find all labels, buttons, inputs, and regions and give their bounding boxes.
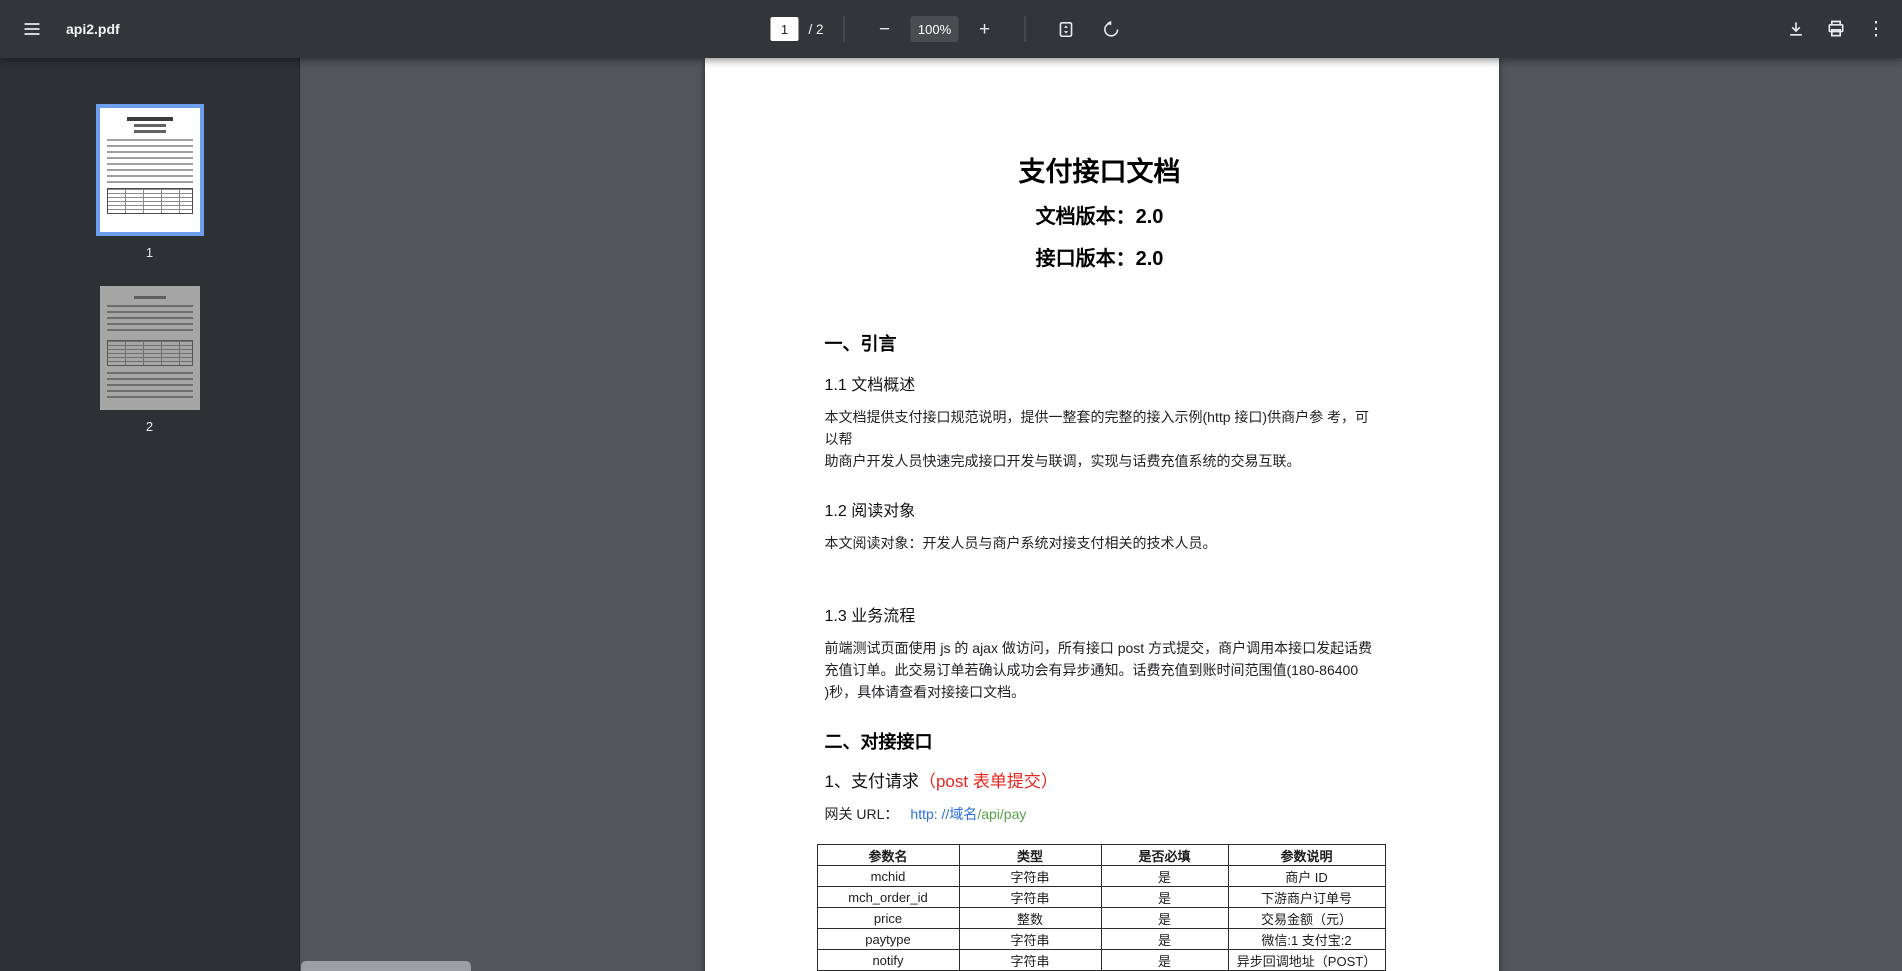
toolbar-divider [1025,16,1026,42]
pdf-toolbar: api2.pdf / 2 − 100% + [0,0,1902,58]
page-thumbnail-1[interactable] [96,104,204,236]
process-paragraph: 前端测试页面使用 js 的 ajax 做访问，所有接口 post 方式提交，商户… [825,637,1375,703]
table-cell: 整数 [959,908,1101,929]
thumbnail-preview-content [100,117,200,214]
doc-version-line: 文档版本：2.0 [825,204,1375,230]
pay-request-heading: 1、支付请求（post 表单提交） [825,771,1375,793]
thumbnail-page-number: 2 [146,419,153,434]
gateway-url-path: /api/pay [977,806,1026,822]
table-cell: 异步回调地址（POST） [1228,950,1385,971]
zoom-in-button[interactable]: + [965,9,1005,49]
pdf-viewer[interactable]: 支付接口文档 文档版本：2.0 接口版本：2.0 一、引言 1.1 文档概述 本… [301,58,1902,971]
table-cell: 是 [1101,929,1228,950]
table-header-cell: 参数名 [817,845,959,866]
print-button[interactable] [1816,9,1856,49]
thumbnail-item: 2 [0,286,299,434]
parameters-table: 参数名类型是否必填参数说明 mchid字符串是商户 IDmch_order_id… [817,844,1386,971]
thumbnail-item: 1 [0,104,299,260]
kebab-menu-icon: ⋮ [1867,18,1886,41]
table-cell: 字符串 [959,929,1101,950]
table-header-cell: 类型 [959,845,1101,866]
pay-request-method: （post 表单提交） [919,772,1058,791]
thumb-text-lines [107,139,193,183]
table-cell: 字符串 [959,866,1101,887]
download-button[interactable] [1776,9,1816,49]
table-cell: 微信:1 支付宝:2 [1228,929,1385,950]
rotate-ccw-icon [1102,20,1121,39]
thumb-title-bar [127,117,173,121]
thumb-text-bar [134,124,166,127]
table-cell: 是 [1101,887,1228,908]
toolbar-right-controls: ⋮ [1776,0,1896,58]
fit-page-button[interactable] [1046,9,1086,49]
gateway-url-line: 网关 URL： http: //域名/api/pay [825,803,1375,825]
rotate-button[interactable] [1092,9,1132,49]
thumbnail-page-number: 1 [146,245,153,260]
thumb-text-lines [107,305,193,335]
api-version-line: 接口版本：2.0 [825,246,1375,272]
doc-title: 支付接口文档 [825,156,1375,188]
pdf-page-content: 支付接口文档 文档版本：2.0 接口版本：2.0 一、引言 1.1 文档概述 本… [705,58,1499,971]
audience-paragraph: 本文阅读对象：开发人员与商户系统对接支付相关的技术人员。 [825,532,1375,554]
thumbnail-pane: 1 2 [0,58,300,971]
thumb-text-lines [107,372,193,402]
page-count-label: / 2 [808,22,823,37]
thumb-text-bar [134,296,166,299]
gateway-label: 网关 URL： [825,806,899,822]
toolbar-divider [844,16,845,42]
plus-icon: + [979,20,990,39]
table-row: mch_order_id字符串是下游商户订单号 [817,887,1385,908]
table-cell: notify [817,950,959,971]
table-cell: 字符串 [959,887,1101,908]
table-row: paytype字符串是微信:1 支付宝:2 [817,929,1385,950]
pay-request-label: 1、支付请求 [825,772,919,791]
table-header-cell: 参数说明 [1228,845,1385,866]
toolbar-left-section: api2.pdf [0,9,120,49]
table-row: mchid字符串是商户 ID [817,866,1385,887]
page-number-input[interactable] [770,17,798,41]
table-cell: price [817,908,959,929]
thumbnail-preview-content [100,296,200,402]
overview-heading: 1.1 文档概述 [825,375,1375,396]
table-cell: 是 [1101,950,1228,971]
process-heading: 1.3 业务流程 [825,606,1375,627]
zoom-level-display[interactable]: 100% [911,16,959,42]
audience-heading: 1.2 阅读对象 [825,501,1375,522]
print-icon [1826,19,1846,39]
table-cell: 交易金额（元） [1228,908,1385,929]
table-cell: paytype [817,929,959,950]
zoom-out-button[interactable]: − [865,9,905,49]
fit-page-icon [1056,20,1075,39]
gateway-url-domain: http: //域名 [910,806,977,822]
hamburger-icon [22,19,42,39]
table-row: price整数是交易金额（元） [817,908,1385,929]
table-cell: 是 [1101,866,1228,887]
thumb-mini-table [107,340,193,366]
table-header-cell: 是否必填 [1101,845,1228,866]
minus-icon: − [879,20,890,39]
section-intro-heading: 一、引言 [825,332,1375,356]
page-thumbnail-2[interactable] [100,286,200,410]
download-icon [1786,19,1806,39]
menu-button[interactable] [12,9,52,49]
table-cell: mchid [817,866,959,887]
overview-paragraph: 本文档提供支付接口规范说明，提供一整套的完整的接入示例(http 接口)供商户参… [825,406,1375,472]
table-cell: 是 [1101,908,1228,929]
section-api-heading: 二、对接接口 [825,730,1375,754]
document-filename: api2.pdf [66,21,120,37]
thumb-mini-table [107,188,193,214]
table-cell: 商户 ID [1228,866,1385,887]
table-cell: 下游商户订单号 [1228,887,1385,908]
more-options-button[interactable]: ⋮ [1856,9,1896,49]
table-row: notify字符串是异步回调地址（POST） [817,950,1385,971]
thumb-text-bar [134,130,166,133]
table-cell: mch_order_id [817,887,959,908]
pdf-page: 支付接口文档 文档版本：2.0 接口版本：2.0 一、引言 1.1 文档概述 本… [705,58,1499,971]
table-header-row: 参数名类型是否必填参数说明 [817,845,1385,866]
param-table-body: mchid字符串是商户 IDmch_order_id字符串是下游商户订单号pri… [817,866,1385,971]
horizontal-scrollbar-thumb[interactable] [301,961,471,971]
toolbar-center-controls: / 2 − 100% + [770,0,1131,58]
table-cell: 字符串 [959,950,1101,971]
param-table-head: 参数名类型是否必填参数说明 [817,845,1385,866]
